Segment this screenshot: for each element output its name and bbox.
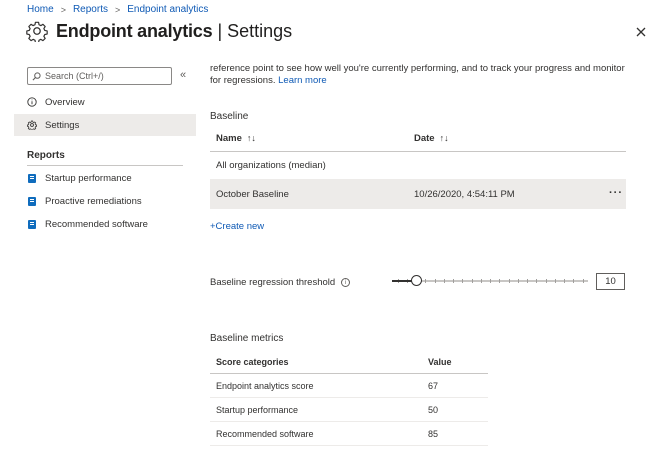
breadcrumb-endpoint-analytics[interactable]: Endpoint analytics	[127, 4, 208, 15]
slider-tick	[443, 279, 445, 283]
table-header-row: Name ↑↓ Date ↑↓	[210, 126, 626, 152]
column-header-name[interactable]: Name ↑↓	[216, 133, 256, 144]
intro-text: reference point to see how well you're c…	[210, 63, 630, 87]
slider-tick	[573, 279, 575, 283]
row-date: 10/26/2020, 4:54:11 PM	[414, 188, 515, 200]
slider-tick	[499, 279, 501, 283]
baseline-heading: Baseline	[210, 111, 249, 122]
intro-line-1: reference point to see how well you're c…	[210, 63, 625, 74]
slider-tick	[517, 279, 519, 283]
more-options-icon[interactable]: ···	[609, 187, 623, 199]
collapse-sidebar-button[interactable]: «	[180, 69, 186, 81]
info-circle-icon	[27, 97, 37, 107]
row-name: October Baseline	[216, 188, 289, 200]
slider-tick	[508, 279, 510, 283]
metric-category: Endpoint analytics score	[216, 380, 314, 391]
table-row: Recommended software 85	[210, 422, 488, 446]
gear-icon	[27, 120, 37, 130]
sort-icon: ↑↓	[439, 133, 449, 143]
sidebar-item-label: Settings	[45, 119, 80, 131]
breadcrumb-reports[interactable]: Reports	[73, 4, 108, 15]
section-divider	[27, 165, 183, 166]
slider-thumb[interactable]	[410, 275, 422, 286]
sidebar-item-proactive-remediations[interactable]: Proactive remediations	[14, 190, 196, 212]
slider-tick	[490, 279, 491, 283]
report-icon	[28, 196, 36, 206]
report-icon	[28, 173, 36, 183]
sidebar-item-settings[interactable]: Settings	[14, 114, 196, 136]
table-header-row: Score categories Value	[210, 350, 488, 374]
sidebar-item-label: Overview	[45, 96, 85, 108]
intro-line-2: for regressions.	[210, 75, 276, 86]
slider-tick	[480, 279, 482, 283]
slider-tick	[564, 279, 565, 283]
slider-tick	[554, 279, 556, 283]
learn-more-link[interactable]: Learn more	[278, 75, 327, 86]
chevron-right-icon: >	[114, 4, 121, 15]
metric-category: Recommended software	[216, 428, 314, 439]
slider-tick	[582, 279, 584, 283]
threshold-slider[interactable]	[392, 275, 588, 287]
threshold-value-input[interactable]: 10	[596, 273, 625, 290]
sidebar-item-overview[interactable]: Overview	[14, 91, 196, 113]
slider-tick	[462, 279, 464, 283]
metric-value: 67	[428, 380, 439, 391]
slider-tick	[536, 279, 538, 283]
search-input[interactable]: Search (Ctrl+/)	[27, 67, 172, 85]
chevron-right-icon: >	[60, 4, 66, 15]
sidebar-item-label: Recommended software	[45, 218, 148, 230]
slider-tick	[434, 279, 436, 283]
metric-value: 85	[428, 428, 439, 439]
report-icon	[28, 219, 36, 229]
sort-icon: ↑↓	[246, 133, 256, 143]
slider-tick	[545, 279, 547, 283]
column-header-score-categories: Score categories	[216, 356, 289, 367]
sidebar-item-startup-performance[interactable]: Startup performance	[14, 167, 196, 189]
table-row[interactable]: October Baseline 10/26/2020, 4:54:11 PM …	[210, 180, 626, 209]
metric-category: Startup performance	[216, 404, 299, 415]
info-icon[interactable]: i	[341, 278, 351, 287]
page-title: Endpoint analytics	[56, 20, 213, 41]
metrics-heading: Baseline metrics	[210, 333, 284, 344]
page-subtitle: Settings	[227, 20, 293, 41]
metric-value: 50	[428, 404, 439, 415]
gear-icon	[26, 21, 48, 42]
baseline-table: Name ↑↓ Date ↑↓ All organizations (median)…	[210, 126, 626, 209]
reports-section-label: Reports	[27, 150, 65, 161]
breadcrumb-home[interactable]: Home	[27, 4, 54, 15]
table-row[interactable]: All organizations (median)	[210, 152, 626, 180]
row-name: All organizations (median)	[216, 160, 326, 171]
create-new-link[interactable]: +Create new	[210, 221, 264, 232]
close-icon[interactable]	[633, 24, 649, 40]
sidebar-item-recommended-software[interactable]: Recommended software	[14, 213, 196, 235]
page-header: Endpoint analytics | Settings	[26, 20, 292, 42]
title-separator: |	[217, 20, 223, 41]
slider-tick	[453, 279, 454, 283]
slider-tick	[425, 279, 427, 283]
table-row: Endpoint analytics score 67	[210, 374, 488, 398]
search-placeholder: Search (Ctrl+/)	[45, 71, 104, 81]
table-row: Startup performance 50	[210, 398, 488, 422]
slider-tick	[471, 279, 473, 283]
column-header-value: Value	[428, 356, 452, 367]
sidebar-item-label: Proactive remediations	[45, 195, 142, 207]
sidebar-item-label: Startup performance	[45, 172, 132, 184]
metrics-table: Score categories Value Endpoint analytic…	[210, 350, 488, 446]
column-header-date[interactable]: Date ↑↓	[414, 133, 449, 144]
breadcrumb: Home > Reports > Endpoint analytics	[27, 4, 208, 15]
search-icon	[32, 71, 41, 80]
slider-tick	[527, 279, 528, 283]
threshold-label: Baseline regression threshold i	[210, 277, 351, 288]
